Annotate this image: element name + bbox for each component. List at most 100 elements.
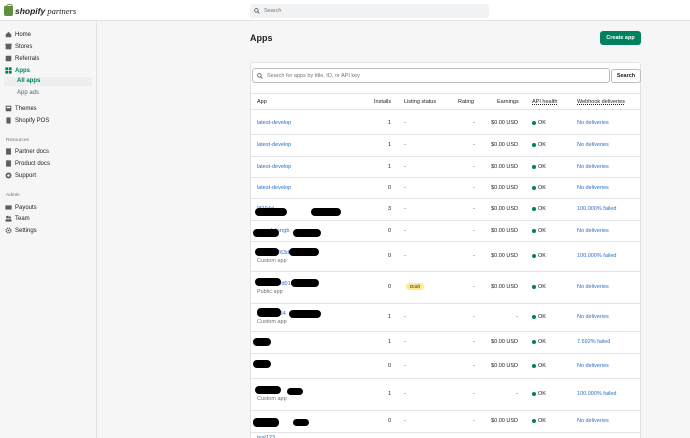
apps-card: Search App Installs Listing status Ratin… <box>250 62 641 438</box>
table-row[interactable]: latest-develop 1 - - $0.00 USD OK No deliverie… <box>251 135 640 157</box>
create-app-button[interactable]: Create app <box>600 31 641 45</box>
webhook-deliveries-link[interactable]: No deliveries <box>577 185 609 191</box>
webhook-deliveries-link[interactable]: 100.000% failed <box>577 391 616 397</box>
api-health-status: OK <box>532 142 546 148</box>
column-webhook-deliveries: Webhook deliveries <box>577 99 625 105</box>
webhook-deliveries-link[interactable]: No deliveries <box>577 142 609 148</box>
table-row[interactable]: app ofvforrgb0--$0.00 USDOKNo deliveries <box>251 221 640 242</box>
installs-count: 0 <box>388 253 392 259</box>
store-icon <box>4 43 12 51</box>
table-row[interactable]: 0f194d3--$0.00 USDOK100.000% failed <box>251 199 640 221</box>
earnings-value: $0.00 USD <box>491 120 518 126</box>
table-row[interactable]: app 0e4afd01fPublic app0Draft-$0.00 USDO… <box>251 272 640 304</box>
listing-status-badge: Draft <box>406 283 424 290</box>
earnings-value: $0.00 USD <box>491 253 518 259</box>
sidebar-item-app-ads[interactable]: App ads <box>17 89 39 98</box>
status-dot-icon <box>532 419 536 423</box>
apps-search[interactable] <box>252 68 610 83</box>
table-row[interactable]: latest-develop 1 - - $0.00 USD OK No deliverie… <box>251 157 640 178</box>
installs-count: 0 <box>388 228 392 234</box>
listing-status: - <box>404 418 406 424</box>
app-type-label: Public app <box>257 289 283 295</box>
table-header: App Installs Listing status Rating Earni… <box>251 93 640 110</box>
sidebar: Home Stores Referrals Apps All apps App … <box>0 21 97 438</box>
referrals-icon <box>4 55 12 63</box>
redaction-mark <box>255 248 279 256</box>
rating-value: - <box>473 164 475 170</box>
apps-search-input[interactable] <box>267 72 597 79</box>
table-row[interactable]: p1--$0.00 USDOK7.692% failed <box>251 332 640 354</box>
api-health-status: OK <box>532 164 546 170</box>
app-name-link[interactable]: latest-develop <box>257 120 291 126</box>
global-search-input[interactable] <box>264 8 464 14</box>
status-dot-icon <box>532 143 536 147</box>
sidebar-item-product-docs[interactable]: Product docs <box>4 159 50 168</box>
table-row[interactable]: app0--$0.00 USDOKNo deliveries <box>251 411 640 433</box>
docs-icon <box>4 148 12 156</box>
status-dot-icon <box>532 186 536 190</box>
status-dot-icon <box>532 364 536 368</box>
sidebar-item-referrals[interactable]: Referrals <box>4 54 39 63</box>
installs-count: 1 <box>388 164 392 170</box>
status-dot-icon <box>532 315 536 319</box>
table-row[interactable]: test123 <box>251 433 640 438</box>
search-icon <box>257 72 263 79</box>
column-app: App <box>257 99 267 105</box>
webhook-deliveries-link[interactable]: 7.692% failed <box>577 339 610 345</box>
shopify-partners-logo[interactable]: shopify partners <box>4 3 76 16</box>
gear-icon <box>4 227 12 235</box>
sidebar-item-partner-docs[interactable]: Partner docs <box>4 147 49 156</box>
webhook-deliveries-link[interactable]: 100.000% failed <box>577 253 616 259</box>
sidebar-item-shopify-pos[interactable]: Shopify POS <box>4 116 49 125</box>
table-row[interactable]: app0--$0.00 USDOKNo deliveries <box>251 354 640 379</box>
earnings-value: $0.00 USD <box>491 284 518 290</box>
table-row[interactable]: appCustom app1---OK100.000% failed <box>251 379 640 411</box>
app-name-link[interactable]: latest-develop <box>257 164 291 170</box>
webhook-deliveries-link[interactable]: No deliveries <box>577 228 609 234</box>
redaction-mark <box>255 208 287 216</box>
redaction-mark <box>289 248 319 256</box>
page-title: Apps <box>250 33 273 43</box>
table-row[interactable]: latest-develop 0 - - $0.00 USD OK No deliverie… <box>251 178 640 199</box>
rating-value: - <box>473 120 475 126</box>
global-search[interactable] <box>250 4 489 18</box>
table-row[interactable]: latest-develop 1 - - $0.00 USD OK No deliverie… <box>251 113 640 135</box>
app-name-link[interactable]: latest-develop <box>257 142 291 148</box>
earnings-value: - <box>516 314 518 320</box>
status-dot-icon <box>532 207 536 211</box>
earnings-value: $0.00 USD <box>491 185 518 191</box>
webhook-deliveries-link[interactable]: No deliveries <box>577 120 609 126</box>
table-row[interactable]: app 050263d06Custom app0--$0.00 USDOK100… <box>251 242 640 272</box>
sidebar-item-team[interactable]: Team <box>4 214 30 223</box>
sidebar-item-home[interactable]: Home <box>4 30 31 39</box>
app-type-label: Custom app <box>257 319 287 325</box>
table-row[interactable]: app 7b2c34Custom app1---OKNo deliveries <box>251 304 640 332</box>
earnings-value: - <box>516 391 518 397</box>
api-health-status: OK <box>532 120 546 126</box>
rating-value: - <box>473 253 475 259</box>
sidebar-item-stores[interactable]: Stores <box>4 42 32 51</box>
redaction-mark <box>253 418 279 427</box>
webhook-deliveries-link[interactable]: 100.000% failed <box>577 206 616 212</box>
listing-status: - <box>404 391 406 397</box>
webhook-deliveries-link[interactable]: No deliveries <box>577 418 609 424</box>
search-icon <box>254 8 260 14</box>
webhook-deliveries-link[interactable]: No deliveries <box>577 363 609 369</box>
sidebar-item-all-apps[interactable]: All apps <box>4 77 92 86</box>
rating-value: - <box>473 206 475 212</box>
webhook-deliveries-link[interactable]: No deliveries <box>577 164 609 170</box>
sidebar-item-themes[interactable]: Themes <box>4 104 37 113</box>
app-name-link[interactable]: latest-develop <box>257 185 291 191</box>
sidebar-item-support[interactable]: Support <box>4 171 36 180</box>
rating-value: - <box>473 185 475 191</box>
search-button[interactable]: Search <box>611 69 641 83</box>
redaction-mark <box>257 308 281 317</box>
listing-status: - <box>404 142 406 148</box>
webhook-deliveries-link[interactable]: No deliveries <box>577 284 609 290</box>
sidebar-item-apps[interactable]: Apps <box>4 66 30 75</box>
listing-status: - <box>404 206 406 212</box>
sidebar-item-settings[interactable]: Settings <box>4 226 37 235</box>
webhook-deliveries-link[interactable]: No deliveries <box>577 314 609 320</box>
sidebar-item-payouts[interactable]: Payouts <box>4 203 37 212</box>
api-health-status: OK <box>532 228 546 234</box>
